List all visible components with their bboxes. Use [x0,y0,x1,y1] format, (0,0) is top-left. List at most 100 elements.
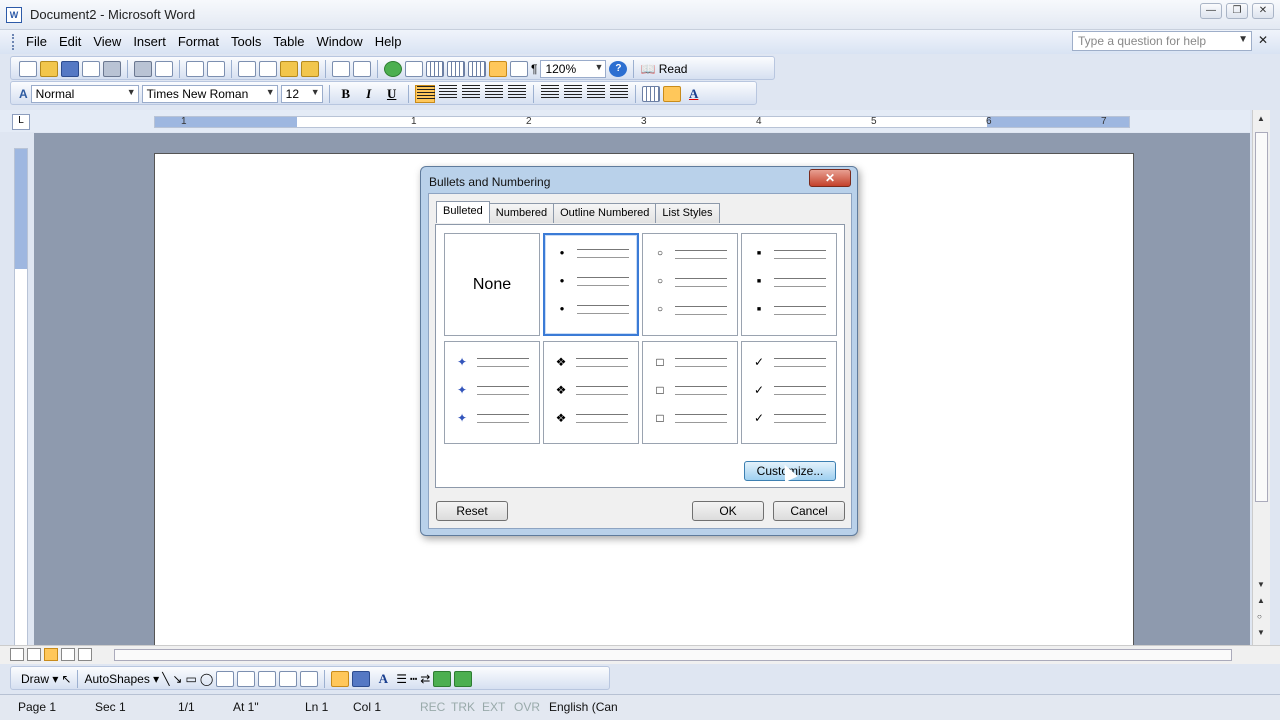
next-page-icon[interactable]: ▼ [1257,628,1265,637]
tab-list-styles[interactable]: List Styles [655,203,720,223]
menu-tools[interactable]: Tools [225,34,267,49]
reading-layout-view-icon[interactable] [78,648,92,661]
tab-outline-numbered[interactable]: Outline Numbered [553,203,657,223]
underline-button[interactable]: U [382,85,402,103]
text-box-icon[interactable] [216,671,235,687]
print-layout-view-icon[interactable] [44,648,58,661]
insert-excel-icon[interactable] [447,61,465,77]
font-color-draw-icon[interactable]: A [373,670,393,688]
bullet-option-diamond[interactable]: ❖ ❖ ❖ [543,341,639,444]
increase-indent-button[interactable] [609,85,629,103]
borders-icon[interactable] [641,86,660,102]
dash-style-icon[interactable]: ┅ [410,672,417,686]
status-trk[interactable]: TRK [451,700,475,714]
insert-table-icon[interactable] [426,61,444,77]
highlight-icon[interactable] [662,86,681,102]
research-icon[interactable] [207,61,225,77]
toolbar-grip[interactable] [12,34,15,50]
diagram-icon[interactable] [258,671,277,687]
shadow-style-icon[interactable] [433,671,452,687]
oval-icon[interactable]: ◯ [200,672,213,686]
paste-icon[interactable] [280,61,298,77]
line-style-icon[interactable]: ☰ [396,672,407,686]
wordart-icon[interactable] [237,671,256,687]
vertical-scrollbar[interactable]: ▲ ▼ ▲ ○ ▼ [1252,110,1270,645]
copy-icon[interactable] [259,61,277,77]
columns-icon[interactable] [468,61,486,77]
bullet-option-box[interactable]: □ □ □ [642,341,738,444]
permission-icon[interactable] [82,61,100,77]
email-icon[interactable] [103,61,121,77]
print-preview-icon[interactable] [155,61,173,77]
zoom-select[interactable]: 120% ▼ [540,60,607,78]
bold-button[interactable]: B [336,85,356,103]
spelling-icon[interactable] [186,61,204,77]
ok-button[interactable]: OK [692,501,764,521]
select-browse-object-icon[interactable]: ○ [1257,612,1262,621]
bullet-option-star[interactable]: ✦ ✦ ✦ [444,341,540,444]
bullet-option-square[interactable]: ■ ■ ■ [741,233,837,336]
horizontal-ruler[interactable]: 1 1 2 3 4 5 6 7 [154,116,1130,128]
font-select[interactable]: Times New Roman ▼ [141,85,278,103]
scroll-up-icon[interactable]: ▲ [1257,114,1265,123]
line-color-icon[interactable] [352,671,371,687]
cancel-button[interactable]: Cancel [773,501,845,521]
align-right-button[interactable] [461,85,481,103]
italic-button[interactable]: I [359,85,379,103]
3d-style-icon[interactable] [454,671,473,687]
menu-edit[interactable]: Edit [53,34,87,49]
arrow-icon[interactable]: ↘ [172,672,182,686]
status-rec[interactable]: REC [420,700,445,714]
open-icon[interactable] [40,61,58,77]
document-map-icon[interactable] [510,61,528,77]
menu-format[interactable]: Format [172,34,225,49]
help-icon[interactable]: ? [609,61,628,77]
numbering-button[interactable] [540,85,560,103]
format-painter-icon[interactable] [301,61,319,77]
outline-view-icon[interactable] [61,648,75,661]
arrow-style-icon[interactable]: ⇄ [420,672,430,686]
status-ovr[interactable]: OVR [514,700,540,714]
line-icon[interactable]: ╲ [162,672,169,686]
help-search-input[interactable]: Type a question for help ▼ [1072,31,1252,51]
status-ext[interactable]: EXT [482,700,505,714]
menu-window[interactable]: Window [310,34,368,49]
save-icon[interactable] [61,61,79,77]
scroll-down-icon[interactable]: ▼ [1257,580,1265,589]
draw-menu[interactable]: Draw ▾ [21,672,58,686]
align-left-button[interactable] [414,85,435,103]
bullet-option-filled-circle[interactable]: ● ● ● [543,233,639,336]
word-app-icon[interactable]: W [6,7,22,23]
previous-page-icon[interactable]: ▲ [1257,596,1265,605]
decrease-indent-button[interactable] [586,85,606,103]
select-objects-icon[interactable]: ↖ [61,672,71,686]
tab-numbered[interactable]: Numbered [488,203,555,223]
undo-icon[interactable] [332,61,350,77]
close-document-icon[interactable]: ✕ [1258,33,1268,47]
horizontal-scroll-thumb[interactable] [114,649,1232,661]
maximize-button[interactable]: ❐ [1226,3,1248,19]
clip-art-icon[interactable] [279,671,298,687]
help-dropdown-icon[interactable]: ▼ [1238,34,1248,45]
bullet-option-checkmark[interactable]: ✓ ✓ ✓ [741,341,837,444]
bullet-option-hollow-circle[interactable]: ○ ○ ○ [642,233,738,336]
vertical-ruler[interactable] [14,148,28,648]
center-button[interactable] [438,85,458,103]
hyperlink-icon[interactable] [384,61,402,77]
drawing-icon[interactable] [489,61,507,77]
fill-color-icon[interactable] [331,671,350,687]
bullets-button[interactable] [563,85,583,103]
tables-borders-icon[interactable] [405,61,423,77]
tab-selector-icon[interactable]: L [12,114,30,130]
web-layout-view-icon[interactable] [27,648,41,661]
dialog-close-button[interactable]: ✕ [809,169,851,187]
normal-view-icon[interactable] [10,648,24,661]
print-icon[interactable] [134,61,152,77]
menu-help[interactable]: Help [369,34,408,49]
show-hide-icon[interactable]: ¶ [531,62,537,76]
new-document-icon[interactable] [19,61,37,77]
menu-insert[interactable]: Insert [127,34,172,49]
status-language[interactable]: English (Can [549,700,618,714]
line-spacing-button[interactable] [507,85,527,103]
cut-icon[interactable] [238,61,256,77]
